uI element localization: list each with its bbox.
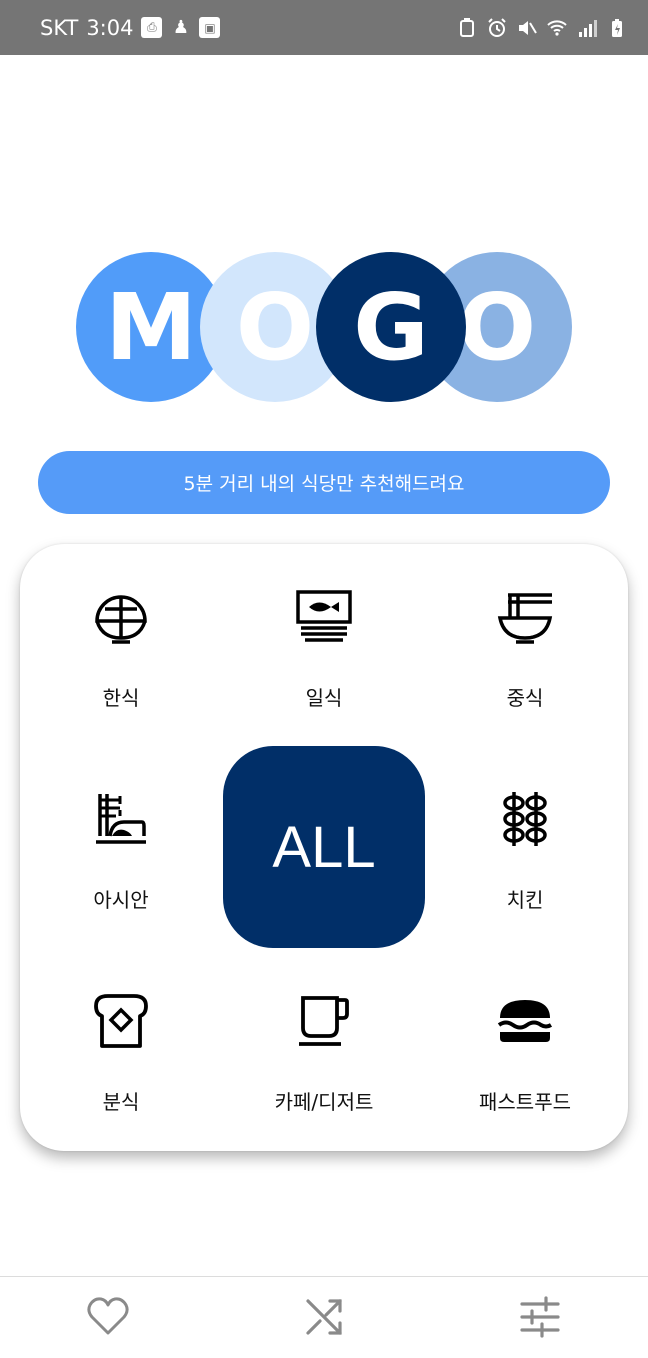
category-card: 한식 일식 중식 아시안 ALL 치킨 분식 카페/디저트 패스트푸드 bbox=[20, 544, 628, 1151]
bottom-navigation bbox=[0, 1276, 648, 1358]
coffee-cup-icon bbox=[299, 996, 349, 1046]
noodle-bowl-icon bbox=[497, 593, 553, 644]
category-label: 한식 bbox=[102, 686, 140, 710]
banner-text: 5분 거리 내의 식당만 추천해드려요 bbox=[183, 473, 465, 495]
category-asian[interactable]: 아시안 bbox=[31, 790, 211, 913]
mogo-logo: M O G O bbox=[76, 252, 572, 402]
category-cafe-dessert[interactable]: 카페/디저트 bbox=[234, 992, 414, 1115]
filter-button[interactable] bbox=[518, 1295, 562, 1339]
category-label: 분식 bbox=[102, 1090, 140, 1114]
notification-image-icon: ▣ bbox=[199, 17, 221, 38]
all-category-button[interactable]: ALL bbox=[223, 746, 425, 948]
status-left: SKT 3:04 ⎙ ♟ ▣ bbox=[40, 15, 221, 40]
rice-bowl-icon bbox=[95, 595, 147, 644]
toast-icon bbox=[94, 994, 148, 1048]
category-japanese[interactable]: 일식 bbox=[234, 588, 414, 711]
status-right bbox=[456, 17, 628, 39]
signal-icon bbox=[579, 19, 597, 37]
recycle-icon bbox=[460, 17, 474, 37]
heart-icon bbox=[87, 1297, 129, 1335]
wifi-icon bbox=[547, 19, 567, 36]
category-chinese[interactable]: 중식 bbox=[435, 588, 615, 711]
notification-person-icon: ♟ bbox=[172, 17, 190, 38]
skewer-icon bbox=[503, 792, 547, 846]
category-label: 치킨 bbox=[506, 888, 544, 912]
carrier-label: SKT bbox=[40, 15, 79, 40]
notification-app-icon: ⎙ bbox=[141, 17, 163, 38]
shuffle-icon bbox=[306, 1299, 342, 1335]
category-snack[interactable]: 분식 bbox=[31, 992, 211, 1115]
ramen-chopsticks-icon bbox=[96, 794, 146, 844]
category-korean[interactable]: 한식 bbox=[31, 588, 211, 711]
category-label: 중식 bbox=[506, 686, 544, 710]
logo-letter: O bbox=[457, 273, 537, 381]
favorites-button[interactable] bbox=[86, 1295, 130, 1339]
category-label: 카페/디저트 bbox=[274, 1090, 374, 1114]
mute-icon bbox=[519, 20, 537, 35]
burger-icon bbox=[497, 1000, 553, 1042]
alarm-icon bbox=[488, 17, 506, 37]
sliders-icon bbox=[520, 1296, 560, 1338]
category-fastfood[interactable]: 패스트푸드 bbox=[435, 992, 615, 1115]
sushi-plate-icon bbox=[296, 590, 352, 642]
status-bar: SKT 3:04 ⎙ ♟ ▣ bbox=[0, 0, 648, 55]
info-banner: 5분 거리 내의 식당만 추천해드려요 bbox=[38, 451, 610, 514]
clock: 3:04 bbox=[86, 15, 134, 40]
logo-letter: M bbox=[105, 273, 197, 381]
battery-icon bbox=[612, 18, 622, 37]
category-label: 패스트푸드 bbox=[479, 1090, 571, 1114]
logo-letter: O bbox=[235, 273, 315, 381]
category-chicken[interactable]: 치킨 bbox=[435, 790, 615, 913]
all-button-label: ALL bbox=[272, 814, 376, 880]
shuffle-button[interactable] bbox=[302, 1295, 346, 1339]
category-label: 아시안 bbox=[93, 888, 149, 912]
logo-letter: G bbox=[353, 273, 429, 381]
logo-circle-g: G bbox=[316, 252, 466, 402]
category-label: 일식 bbox=[305, 686, 343, 710]
